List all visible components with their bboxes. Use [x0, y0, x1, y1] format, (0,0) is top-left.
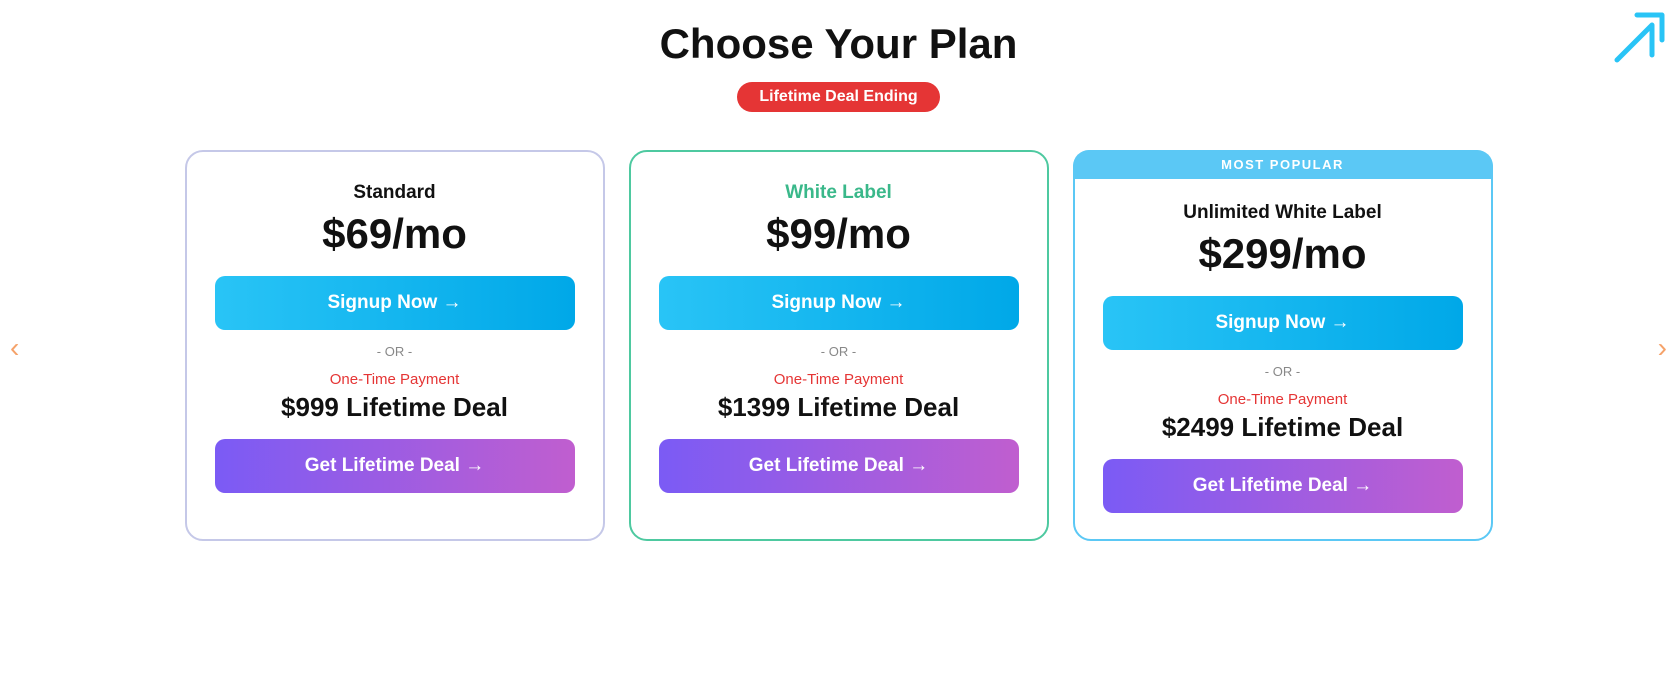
plan-card-standard: Standard $69/mo Signup Now → - OR - One-…	[185, 150, 605, 541]
lifetime-price-unlimited: $2499 Lifetime Deal	[1162, 412, 1403, 443]
one-time-label-white-label: One-Time Payment	[774, 371, 904, 388]
lifetime-deal-badge: Lifetime Deal Ending	[737, 82, 939, 112]
lifetime-button-unlimited[interactable]: Get Lifetime Deal →	[1103, 459, 1463, 513]
nav-arrow-right[interactable]: ›	[1658, 332, 1667, 364]
signup-button-standard[interactable]: Signup Now →	[215, 276, 575, 330]
or-divider-unlimited: - OR -	[1265, 364, 1300, 379]
lifetime-button-white-label[interactable]: Get Lifetime Deal →	[659, 439, 1019, 493]
plans-row: Standard $69/mo Signup Now → - OR - One-…	[179, 150, 1499, 541]
page-title: Choose Your Plan	[40, 20, 1637, 68]
lifetime-price-white-label: $1399 Lifetime Deal	[718, 392, 959, 423]
plan-card-unlimited: MOST POPULAR Unlimited White Label $299/…	[1073, 150, 1493, 541]
lifetime-button-standard[interactable]: Get Lifetime Deal →	[215, 439, 575, 493]
lifetime-price-standard: $999 Lifetime Deal	[281, 392, 508, 423]
nav-arrow-left[interactable]: ‹	[10, 332, 19, 364]
plan-card-white-label: White Label $99/mo Signup Now → - OR - O…	[629, 150, 1049, 541]
page-header: Choose Your Plan Lifetime Deal Ending	[40, 20, 1637, 140]
plan-price-standard: $69/mo	[322, 210, 467, 258]
signup-button-white-label[interactable]: Signup Now →	[659, 276, 1019, 330]
deco-top-right	[1597, 0, 1677, 80]
or-divider-standard: - OR -	[377, 344, 412, 359]
plan-name-white-label: White Label	[785, 182, 892, 204]
plan-price-white-label: $99/mo	[766, 210, 911, 258]
most-popular-banner: MOST POPULAR	[1073, 150, 1493, 179]
one-time-label-standard: One-Time Payment	[330, 371, 460, 388]
plan-price-unlimited: $299/mo	[1198, 230, 1366, 278]
or-divider-white-label: - OR -	[821, 344, 856, 359]
one-time-label-unlimited: One-Time Payment	[1218, 391, 1348, 408]
signup-button-unlimited[interactable]: Signup Now →	[1103, 296, 1463, 350]
plan-name-unlimited: Unlimited White Label	[1183, 202, 1381, 224]
plan-name-standard: Standard	[353, 182, 435, 204]
